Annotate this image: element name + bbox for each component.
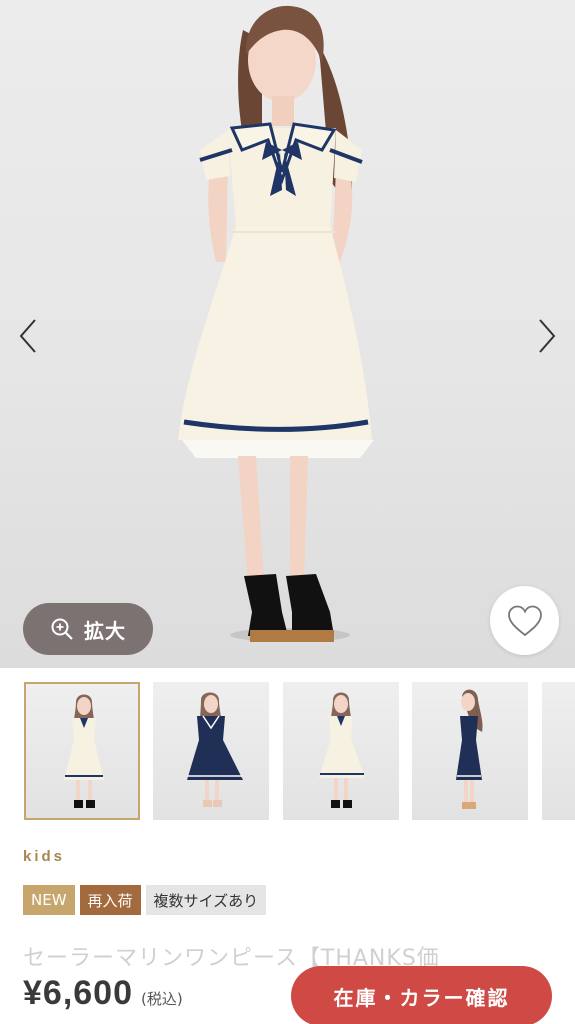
- thumbnail-1-image: [64, 694, 104, 808]
- chevron-right-icon: [539, 319, 556, 353]
- tag-new: NEW: [23, 885, 75, 915]
- price-row: ¥6,600 (税込): [23, 974, 183, 1013]
- zoom-label: 拡大: [84, 618, 126, 643]
- zoom-button[interactable]: 拡大: [23, 603, 153, 655]
- tax-note: (税込): [141, 990, 183, 1008]
- gallery-next-button[interactable]: [527, 314, 567, 358]
- thumbnail-3[interactable]: [283, 682, 399, 820]
- magnifier-plus-icon: [51, 618, 73, 640]
- gallery-prev-button[interactable]: [8, 314, 48, 358]
- product-main-image[interactable]: 拡大: [0, 0, 575, 668]
- stock-color-check-button[interactable]: 在庫・カラー確認: [291, 966, 552, 1024]
- thumbnail-2-image: [187, 692, 243, 807]
- thumbnail-4-image: [456, 689, 483, 809]
- thumbnail-3-image: [319, 692, 365, 808]
- favorite-button[interactable]: [490, 586, 559, 655]
- thumbnail-strip: [0, 668, 575, 828]
- thumbnail-4[interactable]: [412, 682, 528, 820]
- heart-outline-icon: [507, 605, 542, 636]
- thumbnail-2[interactable]: [153, 682, 269, 820]
- brand-label[interactable]: kids: [23, 848, 65, 865]
- thumbnail-1[interactable]: [24, 682, 140, 820]
- tag-restock: 再入荷: [79, 885, 141, 915]
- tag-multiple-sizes: 複数サイズあり: [145, 885, 267, 915]
- tag-list: NEW 再入荷 複数サイズあり: [23, 885, 267, 915]
- thumbnail-5[interactable]: [542, 682, 575, 820]
- chevron-left-icon: [19, 319, 36, 353]
- product-price: ¥6,600: [23, 974, 133, 1012]
- model-photo: [178, 5, 374, 642]
